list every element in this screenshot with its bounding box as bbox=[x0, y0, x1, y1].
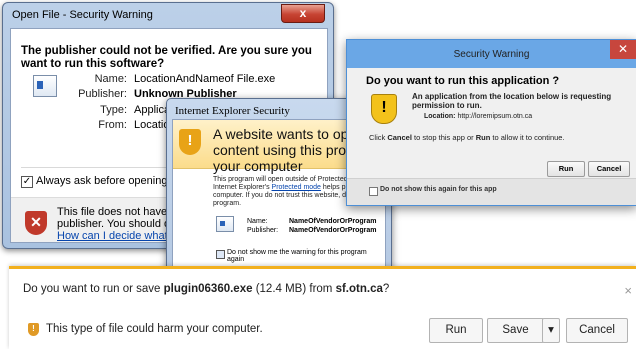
dialog-title: Open File - Security Warning bbox=[12, 9, 153, 21]
publisher-value: NameOfVendorOrProgram bbox=[289, 227, 377, 234]
field-label: Type: bbox=[100, 104, 127, 116]
dont-show-again-checkbox[interactable] bbox=[369, 187, 378, 196]
field-name: Name: LocationAndNameof File.exe bbox=[71, 73, 276, 85]
title-bar: Security Warning ✕ bbox=[347, 40, 636, 68]
file-size-text: (12.4 MB) from bbox=[252, 283, 336, 295]
dont-show-warning-checkbox[interactable] bbox=[216, 250, 225, 259]
dont-show-warning-label: Do not show me the warning for this prog… bbox=[227, 249, 367, 263]
protected-mode-link[interactable]: Protected mode bbox=[272, 184, 321, 191]
field-label: Publisher: bbox=[78, 88, 127, 100]
download-notification-bar: Do you want to run or save plugin06360.e… bbox=[9, 266, 636, 349]
publisher-label: Publisher: bbox=[247, 227, 279, 234]
name-row: Name: NameOfVendorOrProgram bbox=[247, 218, 377, 225]
dialog-title: Security Warning bbox=[453, 49, 530, 60]
cancel-button[interactable]: Cancel bbox=[588, 161, 630, 177]
always-ask-checkbox[interactable]: ✓ bbox=[21, 176, 33, 188]
close-button[interactable]: ✕ bbox=[610, 40, 636, 59]
instruction-part: to allow it to continue. bbox=[490, 133, 565, 142]
field-label: Name: bbox=[94, 73, 127, 85]
location-row: Location: http://loremipsum.otn.ca bbox=[424, 113, 532, 120]
close-icon[interactable]: × bbox=[624, 283, 632, 298]
name-label: Name: bbox=[247, 218, 268, 225]
dialog-title: Internet Explorer Security bbox=[175, 105, 290, 117]
prompt-text: ? bbox=[382, 283, 390, 295]
run-button[interactable]: Run bbox=[547, 161, 585, 177]
save-dropdown-arrow-icon[interactable]: ▾ bbox=[542, 318, 560, 343]
dont-show-again-label: Do not show this again for this app bbox=[380, 186, 497, 193]
cancel-button[interactable]: Cancel bbox=[566, 318, 628, 343]
instruction-cancel: Cancel bbox=[387, 133, 412, 142]
download-source: sf.otn.ca bbox=[335, 283, 383, 295]
shield-warning-icon: ! bbox=[371, 94, 397, 124]
instruction-run: Run bbox=[475, 133, 491, 142]
save-button[interactable]: Save bbox=[487, 318, 544, 343]
location-value: http://loremipsum.otn.ca bbox=[457, 113, 533, 120]
permission-description: An application from the location below i… bbox=[412, 92, 612, 110]
prompt-text: Do you want to run or save bbox=[23, 283, 164, 295]
dialog-footer: Do not show this again for this app bbox=[347, 178, 636, 205]
publisher-question: The publisher could not be verified. Are… bbox=[21, 45, 312, 70]
instruction-part: to stop this app or bbox=[411, 133, 476, 142]
instruction-text: Click Cancel to stop this app or Run to … bbox=[369, 133, 565, 142]
security-warning-dialog: Security Warning ✕ Do you want to run th… bbox=[346, 39, 636, 206]
instruction-part: Click bbox=[369, 133, 388, 142]
field-value: LocationAndNameof File.exe bbox=[134, 73, 276, 85]
location-label: Location: bbox=[424, 113, 456, 120]
shield-warning-icon: ! bbox=[179, 129, 201, 155]
name-value: NameOfVendorOrProgram bbox=[289, 218, 377, 225]
shield-warning-icon: ! bbox=[28, 323, 39, 336]
close-button[interactable]: x bbox=[281, 4, 325, 23]
run-question: Do you want to run this application ? bbox=[366, 75, 560, 87]
download-prompt: Do you want to run or save plugin06360.e… bbox=[23, 283, 389, 295]
shield-error-icon: ✕ bbox=[25, 211, 47, 235]
run-button[interactable]: Run bbox=[429, 318, 483, 343]
publisher-row: Publisher: NameOfVendorOrProgram bbox=[247, 227, 377, 234]
field-label: From: bbox=[98, 119, 127, 131]
program-icon bbox=[216, 216, 234, 232]
file-name: plugin06360.exe bbox=[163, 283, 253, 295]
harm-warning: This type of file could harm your comput… bbox=[46, 323, 263, 335]
application-icon bbox=[33, 75, 57, 97]
